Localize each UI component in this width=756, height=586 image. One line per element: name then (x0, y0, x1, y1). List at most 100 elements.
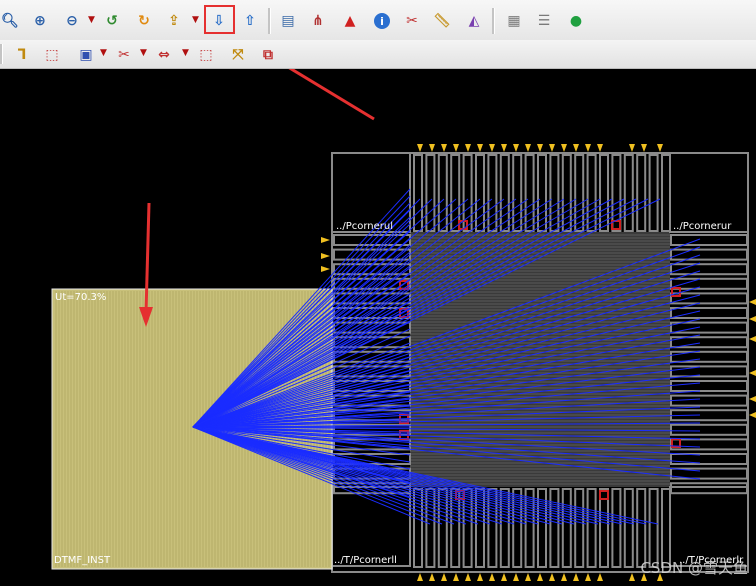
io-pin-marker (489, 144, 495, 152)
pan-button[interactable]: ↺ (100, 9, 124, 33)
ruler-button[interactable]: 📏︎ (430, 9, 454, 33)
dropdown-arrow-icon[interactable]: ▼ (140, 49, 148, 58)
io-pin-marker (549, 144, 555, 152)
align-button[interactable]: ⧉ (256, 43, 280, 67)
io-pin-marker (513, 573, 519, 581)
zoom-in-icon: ⊕ (34, 13, 46, 29)
right-io-pad (670, 423, 748, 436)
io-pin-marker (513, 144, 519, 152)
warning-icon: ▲ (344, 13, 356, 29)
top-io-pad (661, 154, 671, 232)
right-io-pad (670, 248, 748, 261)
io-pin-marker (597, 573, 603, 581)
io-pin-marker (749, 336, 756, 342)
io-pin-marker (641, 144, 647, 152)
io-pin-marker (477, 144, 483, 152)
placement-marker (599, 490, 609, 500)
top-io-pad (475, 154, 485, 232)
document-button[interactable]: ☰ (532, 9, 556, 33)
top-io-pad (586, 154, 597, 232)
info-icon: i (374, 13, 390, 29)
io-pin-marker (657, 144, 663, 152)
bottom-io-pad (623, 488, 634, 568)
panel-icon: ▤ (281, 13, 295, 29)
bottom-io-pad (611, 488, 622, 568)
box-select-button[interactable]: ▣ (74, 43, 98, 67)
push-down-highlight (204, 5, 235, 34)
toolbar-separator (492, 8, 495, 34)
io-pin-marker (597, 144, 603, 152)
layout-canvas[interactable]: ../Pcornerul ../Pcornerur ../T/Pcornerll… (0, 69, 756, 586)
layout-view[interactable] (0, 69, 756, 586)
stretch-button[interactable]: ⇔ (152, 43, 176, 67)
copy-select-button[interactable]: ⬚ (194, 43, 218, 67)
main-toolbar: 🔍︎ ⊕ ⊖ ↺ ↻ ⇪ ⇩ ⇧ ▤ ⋔ ▲ i ✂ 📏︎ ◭ ▦ ☰ ● ▼ ▼ (0, 0, 756, 41)
io-pin-marker (537, 144, 543, 152)
dropdown-arrow-icon[interactable]: ▼ (88, 16, 96, 25)
panel-button[interactable]: ▤ (276, 9, 300, 33)
io-pin-marker (453, 144, 459, 152)
measure-icon: ◭ (468, 13, 480, 29)
cut-button[interactable]: ✂ (400, 9, 424, 33)
align-icon: ⧉ (263, 47, 273, 63)
right-io-pad (670, 394, 748, 407)
zoom-icon: 🔍︎ (1, 13, 19, 29)
top-io-pad (425, 154, 436, 232)
module-utilization-label: Ut=70.3% (55, 292, 107, 303)
dropdown-arrow-icon[interactable]: ▼ (182, 49, 190, 58)
corner-ul-label: ../Pcornerul (336, 221, 394, 232)
zoom-in-button[interactable]: ⊕ (28, 9, 52, 33)
go-button[interactable]: ● (564, 9, 588, 33)
io-pin-marker (749, 370, 756, 376)
io-pin-marker (489, 573, 495, 581)
ruler-icon: 📏︎ (433, 13, 451, 29)
zoom-out-button[interactable]: ⊖ (60, 9, 84, 33)
hierarchy-button[interactable]: ⋔ (306, 9, 330, 33)
io-pin-marker (465, 144, 471, 152)
dropdown-arrow-icon[interactable]: ▼ (100, 49, 108, 58)
io-pin-marker (573, 144, 579, 152)
toolbar-separator (0, 44, 3, 64)
measure-button[interactable]: ◭ (462, 9, 486, 33)
io-pin-marker (453, 573, 459, 581)
corner-ur-label: ../Pcornerur (673, 221, 732, 232)
bottom-io-pad (586, 488, 597, 568)
io-pin-marker (429, 573, 435, 581)
edit-toolbar: ᒣ ⬚ ▣ ✂ ⇔ ⬚ ⤧ ⧉ ▼ ▼ ▼ (0, 40, 756, 69)
box-select-icon: ▣ (79, 47, 93, 63)
dropdown-arrow-icon[interactable]: ▼ (192, 16, 200, 25)
select-button[interactable]: ⬚ (40, 43, 64, 67)
io-pin-marker (629, 144, 635, 152)
corner-ll-label: ../T/Pcornerll (334, 555, 397, 566)
stretch-icon: ⇔ (158, 47, 170, 63)
bottom-io-pad (549, 488, 560, 568)
top-io-pad (648, 154, 659, 232)
copy-select-icon: ⬚ (199, 47, 213, 63)
io-pin-marker (629, 573, 635, 581)
io-pin-marker (417, 144, 423, 152)
pop-up-button[interactable]: ⇧ (238, 9, 262, 33)
move-button[interactable]: ⤧ (226, 43, 250, 67)
properties-button[interactable]: ▦ (502, 9, 526, 33)
io-pin-marker (573, 573, 579, 581)
zoom-out-icon: ⊖ (66, 13, 78, 29)
warning-button[interactable]: ▲ (338, 9, 362, 33)
io-pin-marker (525, 144, 531, 152)
route-button[interactable]: ᒣ (10, 43, 34, 67)
io-pin-marker (477, 573, 483, 581)
load-button[interactable]: ⇪ (162, 9, 186, 33)
zoom-button[interactable]: 🔍︎ (0, 9, 22, 33)
refresh-button[interactable]: ↻ (132, 9, 156, 33)
document-icon: ☰ (537, 13, 551, 29)
io-pin-marker (549, 573, 555, 581)
top-io-pad (574, 154, 585, 232)
move-icon: ⤧ (232, 47, 244, 63)
top-io-pad (611, 154, 622, 232)
info-button[interactable]: i (370, 9, 394, 33)
bottom-io-pad (561, 488, 572, 568)
scissors-button[interactable]: ✂ (112, 43, 136, 67)
io-pin-marker (585, 573, 591, 581)
select-icon: ⬚ (45, 47, 59, 63)
io-pin-marker (501, 573, 507, 581)
bottom-io-pad (661, 488, 671, 568)
